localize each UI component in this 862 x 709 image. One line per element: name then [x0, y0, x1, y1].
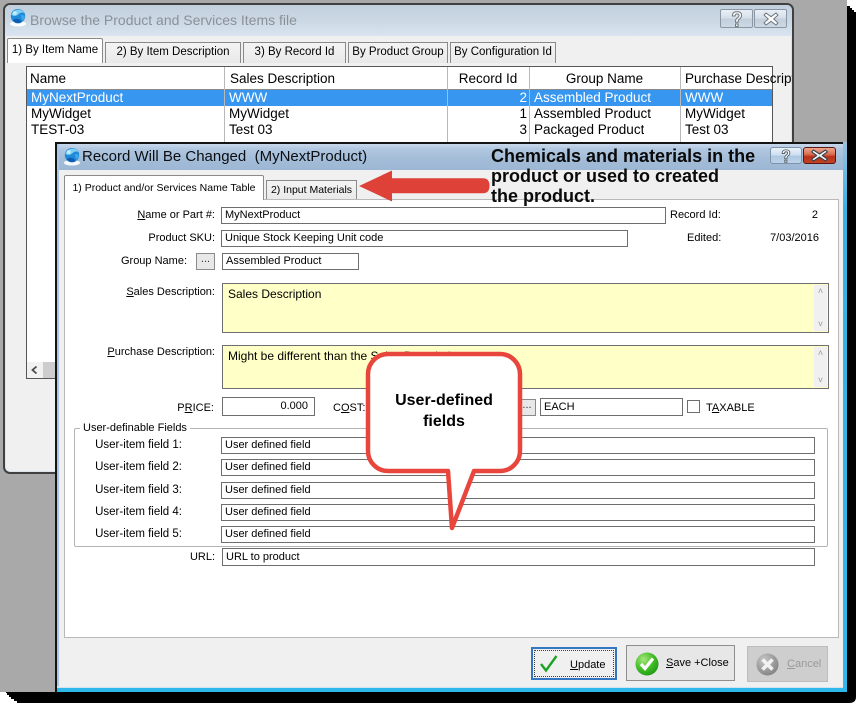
svg-text:User-defined: User-defined	[395, 392, 493, 409]
svg-text:fields: fields	[423, 413, 465, 430]
